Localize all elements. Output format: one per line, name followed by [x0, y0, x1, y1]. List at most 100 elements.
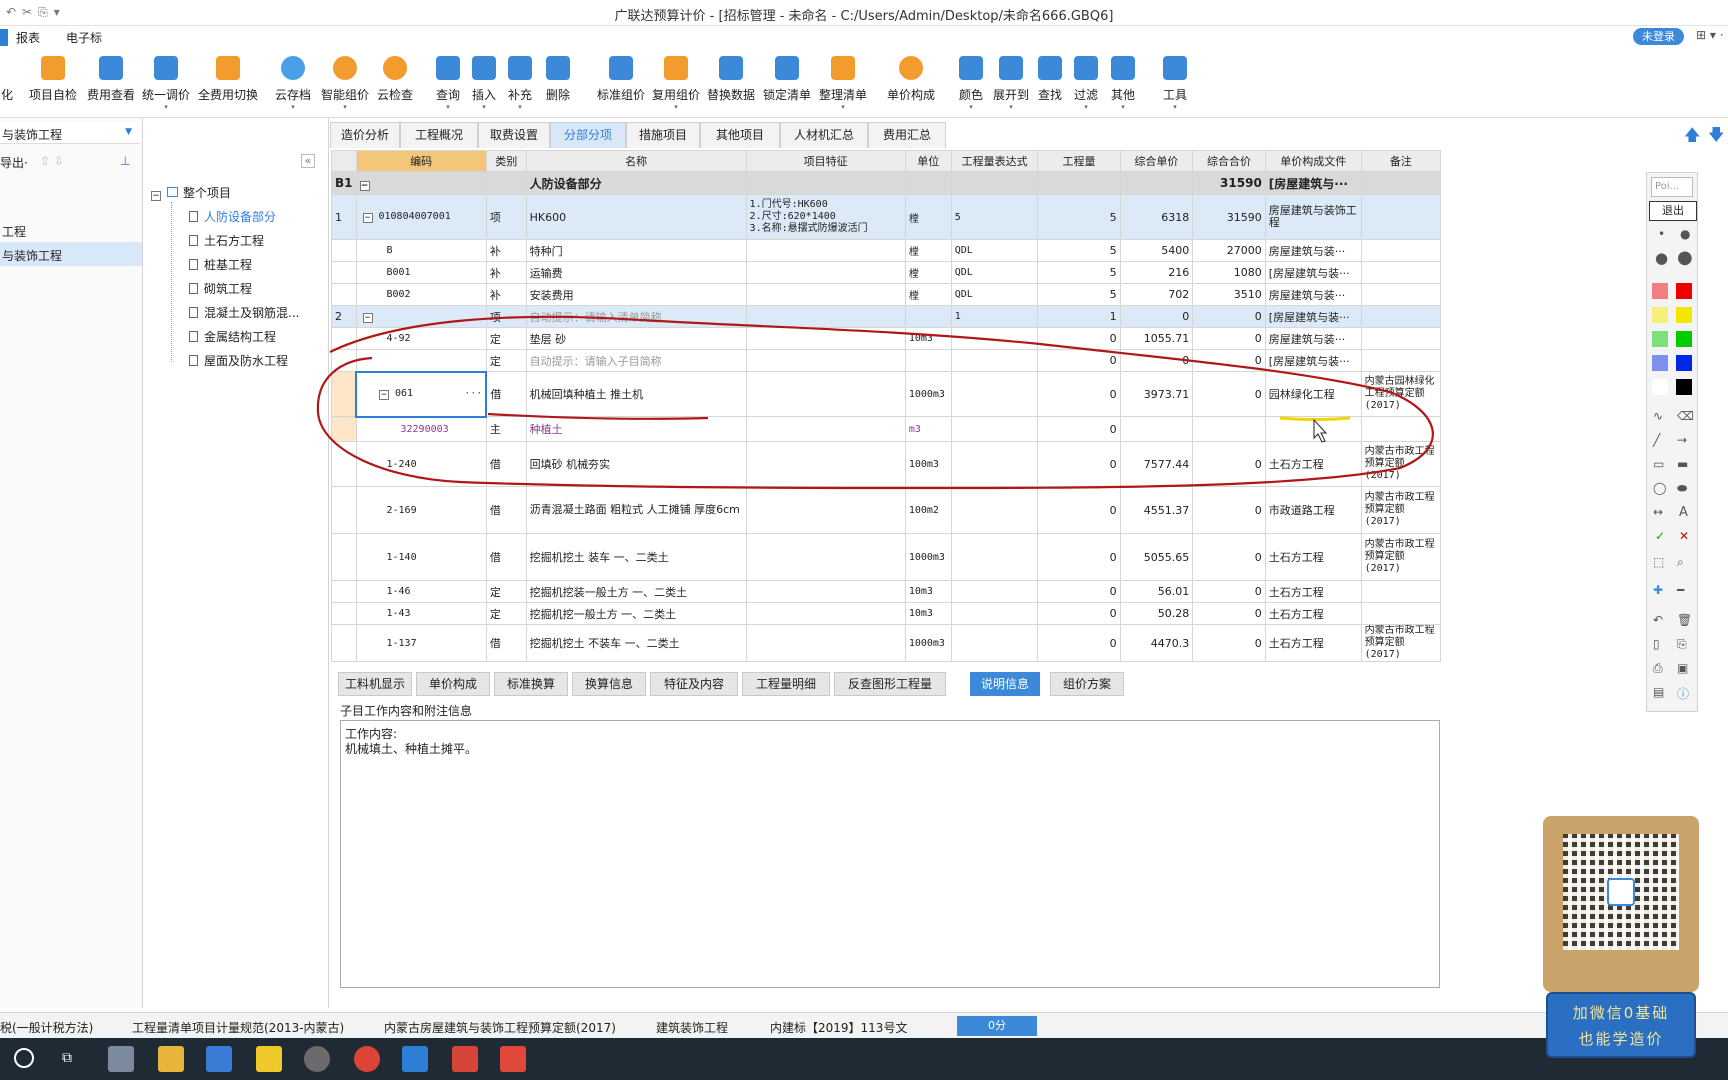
tab-fee-summary[interactable]: 费用汇总: [868, 122, 946, 148]
cell-name[interactable]: 运输费: [525, 261, 747, 284]
app-icon-red[interactable]: [452, 1046, 478, 1072]
tab-sections[interactable]: 分部分项: [550, 122, 626, 148]
cell-code[interactable]: −061 ···: [354, 370, 488, 418]
cell-qty[interactable]: 0: [1037, 486, 1121, 534]
cell-unit[interactable]: 1000m3: [904, 371, 952, 417]
cell-file[interactable]: 房屋建筑与装···: [1264, 239, 1362, 262]
tab-fee-settings[interactable]: 取费设置: [478, 122, 550, 148]
swatch-blue[interactable]: [1676, 355, 1692, 371]
unit-project-select[interactable]: 与装饰工程 ▼: [0, 122, 140, 144]
cell-price[interactable]: 56.01: [1119, 580, 1194, 603]
cell-note[interactable]: 内蒙古市政工程预算定额(2017): [1360, 624, 1441, 662]
app-icon-help[interactable]: [256, 1046, 282, 1072]
palette-exit-button[interactable]: 退出: [1649, 201, 1697, 221]
cell-note[interactable]: [1360, 283, 1441, 306]
cell-price[interactable]: 4470.3: [1119, 624, 1194, 662]
cell-feat[interactable]: [745, 441, 906, 487]
cell-total[interactable]: 0: [1192, 486, 1266, 534]
cell-qty[interactable]: 0: [1037, 371, 1121, 417]
status-quota[interactable]: 内蒙古房屋建筑与装饰工程预算定额(2017): [384, 1019, 616, 1036]
cell-name[interactable]: 特种门: [525, 239, 747, 262]
cell-file[interactable]: 园林绿化工程: [1264, 371, 1362, 417]
cell-price[interactable]: 1055.71: [1119, 327, 1194, 350]
cell-qty[interactable]: 1: [1037, 305, 1121, 328]
insert-button[interactable]: 插入 ▾: [468, 48, 500, 118]
cell-code[interactable]: −: [355, 305, 487, 328]
zoom-icon[interactable]: ⌕: [1677, 555, 1684, 570]
cell-price[interactable]: 0: [1119, 305, 1194, 328]
cell-unit[interactable]: 10m3: [904, 580, 952, 603]
pin-icon[interactable]: ⊥: [120, 154, 130, 168]
cell-file[interactable]: 土石方工程: [1264, 533, 1362, 581]
cell-price[interactable]: 4551.37: [1119, 486, 1194, 534]
tree-node-earthwork[interactable]: 土石方工程: [189, 232, 264, 249]
cell-feat[interactable]: [745, 261, 906, 284]
cell-qty[interactable]: 0: [1037, 441, 1121, 487]
col-feature[interactable]: 项目特征: [745, 150, 906, 172]
cell-total[interactable]: 0: [1192, 371, 1266, 417]
cell-expr[interactable]: 5: [950, 194, 1039, 240]
btab-unit-price[interactable]: 单价构成: [416, 672, 490, 696]
cloud-check-button[interactable]: 云检查: [374, 48, 416, 118]
cell-note[interactable]: [1360, 194, 1441, 240]
filled-rectangle-icon[interactable]: ▬: [1677, 457, 1688, 471]
cell-file[interactable]: [房屋建筑与装···: [1264, 305, 1362, 328]
cell-total[interactable]: 0: [1192, 327, 1266, 350]
cell-code[interactable]: B: [355, 239, 487, 262]
collapse-panel-icon[interactable]: «: [301, 154, 315, 168]
cell-name[interactable]: 自动提示：请输入子目简称: [525, 349, 747, 372]
tree-node-civil-defense[interactable]: 人防设备部分: [189, 208, 276, 225]
menu-file-tab[interactable]: [0, 29, 8, 46]
check-icon[interactable]: ✓: [1655, 529, 1665, 543]
cell-qty[interactable]: 5: [1037, 261, 1121, 284]
cross-icon[interactable]: ✕: [1679, 529, 1689, 543]
cell-qty[interactable]: 0: [1037, 602, 1121, 625]
budget-app-icon[interactable]: [402, 1046, 428, 1072]
col-name[interactable]: 名称: [525, 150, 747, 172]
cell-price[interactable]: 50.28: [1119, 602, 1194, 625]
btab-description[interactable]: 说明信息: [970, 672, 1040, 696]
status-norm[interactable]: 工程量清单项目计量规范(2013-内蒙古): [132, 1019, 344, 1036]
cell-note[interactable]: [1360, 349, 1441, 372]
find-button[interactable]: 查找: [1036, 48, 1064, 118]
cell-unit[interactable]: 10m3: [904, 602, 952, 625]
cell-unit[interactable]: 樘: [904, 283, 952, 306]
cell-cat[interactable]: 定: [485, 349, 527, 372]
cell-feat[interactable]: [745, 327, 906, 350]
cell-expr[interactable]: [950, 441, 1039, 487]
smart-pricing-button[interactable]: 智能组价 ▾: [318, 48, 372, 118]
cell-file[interactable]: [房屋建筑与装···: [1264, 261, 1362, 284]
swatch-light-green[interactable]: [1652, 331, 1668, 347]
cell-name[interactable]: 种植土: [525, 416, 747, 442]
cell-qty[interactable]: 0: [1037, 624, 1121, 662]
cell-unit[interactable]: 樘: [904, 239, 952, 262]
other-button[interactable]: 其他 ▾: [1108, 48, 1138, 118]
rectangle-icon[interactable]: ▭: [1653, 457, 1664, 471]
cell-price[interactable]: 5400: [1119, 239, 1194, 262]
cell-unit[interactable]: 100m3: [904, 441, 952, 487]
status-document[interactable]: 内建标【2019】113号文: [770, 1019, 907, 1036]
cell-cat[interactable]: 补: [485, 239, 527, 262]
eraser-icon[interactable]: ⌫: [1677, 409, 1694, 423]
cell-total[interactable]: 31590: [1192, 194, 1266, 240]
info-icon[interactable]: ⓘ: [1677, 685, 1689, 702]
minus-icon[interactable]: ━: [1677, 583, 1684, 597]
cell-file[interactable]: 房屋建筑与装···: [1264, 283, 1362, 306]
cell-qty[interactable]: 5: [1037, 194, 1121, 240]
table-row[interactable]: 1-43 定 挖掘机挖一般土方 一、二类土 10m3 0 50.28 0 土石方工程: [331, 602, 1441, 625]
cell-qty[interactable]: 0: [1037, 416, 1121, 442]
col-expression[interactable]: 工程量表达式: [950, 150, 1039, 172]
cell-feat[interactable]: [745, 305, 906, 328]
cell-name[interactable]: 机械回填种植土 推土机: [525, 371, 747, 417]
cell-unit[interactable]: 100m2: [904, 486, 952, 534]
cell-note[interactable]: 内蒙古市政工程预算定额(2017): [1360, 486, 1441, 534]
cell-price[interactable]: 216: [1119, 261, 1194, 284]
cell-cat[interactable]: 借: [485, 533, 527, 581]
cell-code[interactable]: 1-240: [355, 441, 487, 487]
filled-ellipse-icon[interactable]: ⬬: [1677, 481, 1687, 496]
query-button[interactable]: 查询 ▾: [432, 48, 464, 118]
ellipse-icon[interactable]: ◯: [1653, 481, 1666, 495]
line-icon[interactable]: ╱: [1653, 433, 1660, 447]
swatch-white[interactable]: [1652, 379, 1668, 395]
cell-file[interactable]: 土石方工程: [1264, 441, 1362, 487]
